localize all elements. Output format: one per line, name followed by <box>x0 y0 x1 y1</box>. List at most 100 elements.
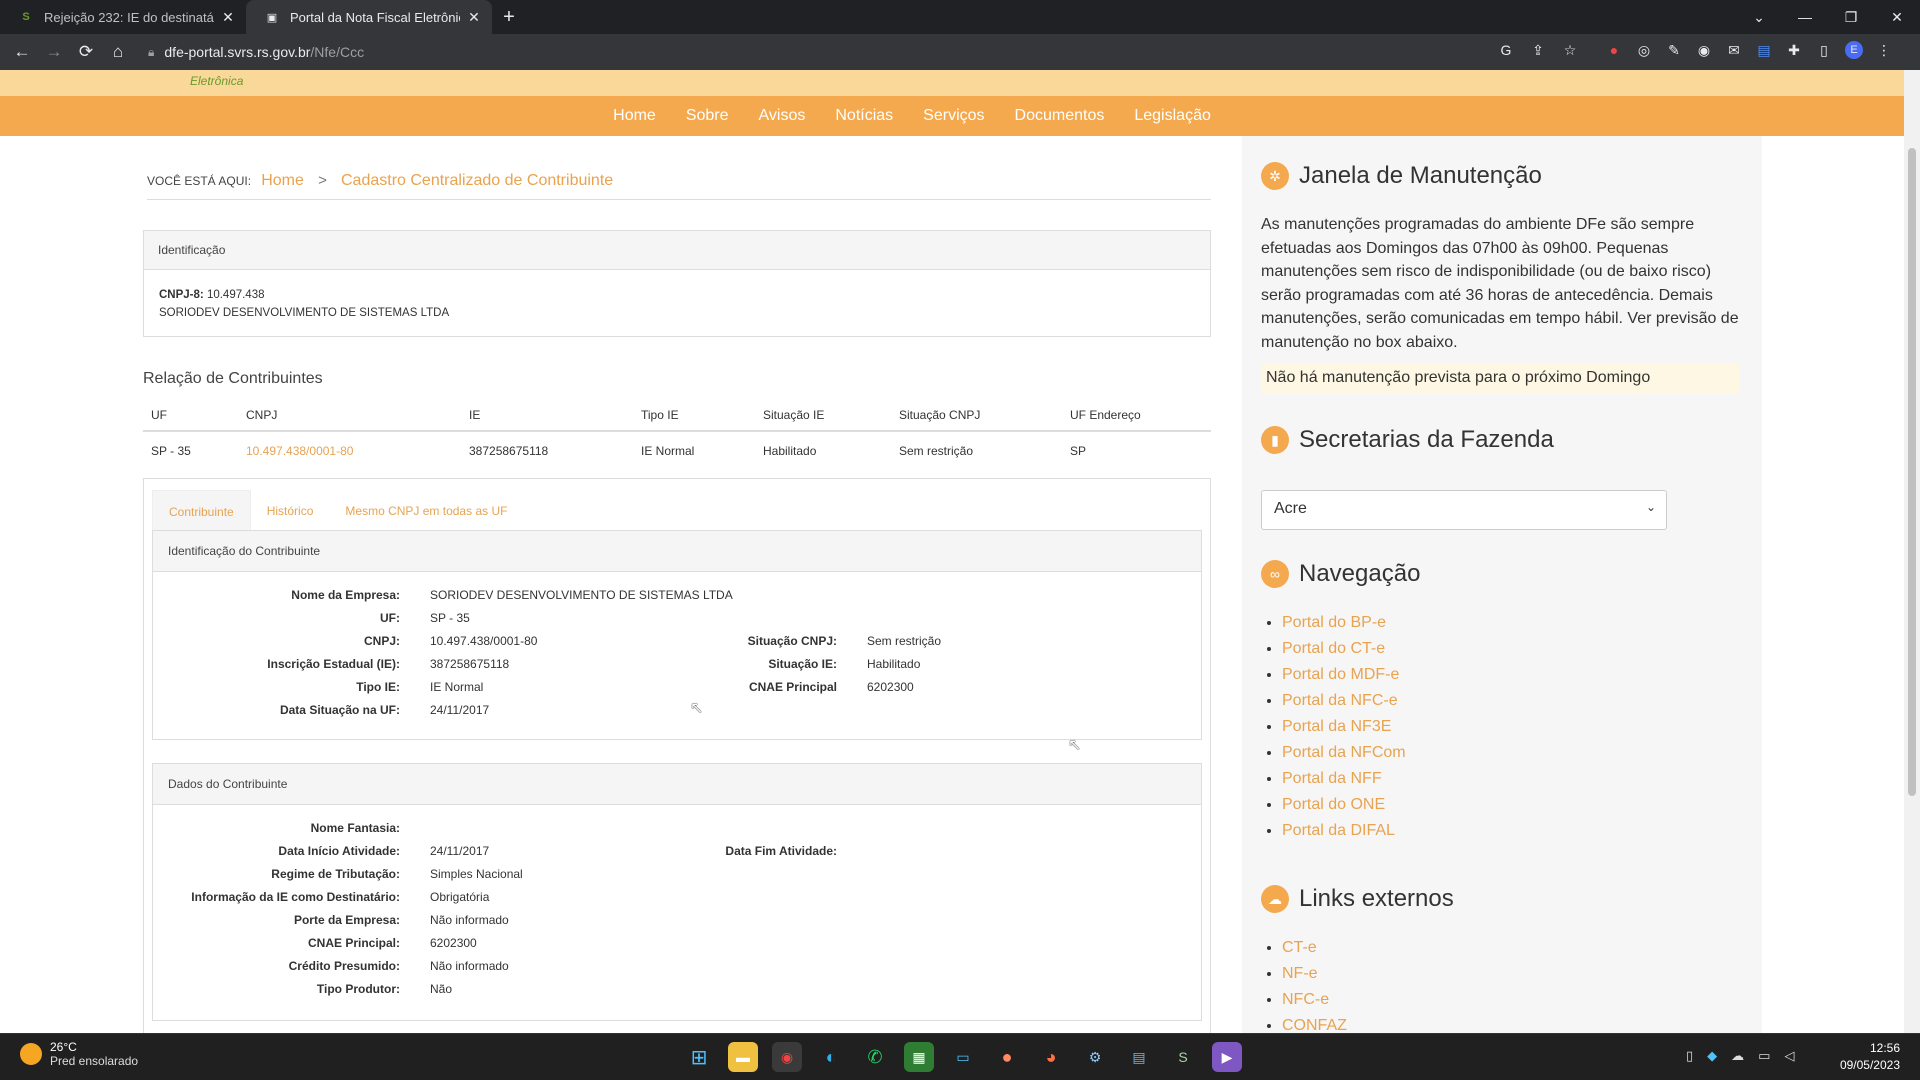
profile-avatar[interactable]: E <box>1845 41 1863 59</box>
cell-situacao-cnpj: Sem restrição <box>899 444 974 458</box>
site-logo-fragment[interactable]: Eletrônica <box>190 74 243 88</box>
site-header-band: Eletrônica <box>0 70 1904 96</box>
secretarias-select[interactable]: Acre ⌄ <box>1261 490 1667 530</box>
bookmark-star-icon[interactable]: ☆ <box>1561 41 1579 59</box>
address-bar[interactable]: 🔒︎ dfe-portal.svrs.rs.gov.br/Nfe/Ccc <box>138 37 1598 67</box>
nav-link-mdfe[interactable]: Portal do MDF-e <box>1282 666 1399 683</box>
restore-icon[interactable]: ❐ <box>1828 0 1874 34</box>
battery-icon[interactable]: ▯ <box>1686 1048 1693 1064</box>
close-tab-icon[interactable]: ✕ <box>466 9 482 25</box>
extension-red-icon[interactable]: ● <box>1605 41 1623 59</box>
menu-legislacao[interactable]: Legislação <box>1134 96 1211 136</box>
nav-link-nf3e[interactable]: Portal da NF3E <box>1282 718 1391 735</box>
field-label: Porte da Empresa: <box>293 913 400 927</box>
scrollbar-thumb[interactable] <box>1908 148 1916 796</box>
field-label: Crédito Presumido: <box>288 959 400 973</box>
google-icon[interactable]: G <box>1497 41 1515 59</box>
menu-noticias[interactable]: Notícias <box>835 96 893 136</box>
close-tab-icon[interactable]: ✕ <box>220 9 236 25</box>
tab-historico[interactable]: Histórico <box>251 490 330 533</box>
weather-desc: Pred ensolarado <box>50 1054 139 1068</box>
clock[interactable]: 12:56 09/05/2023 <box>1840 1040 1900 1074</box>
field-label: Situação IE: <box>768 657 837 671</box>
extension-pen-icon[interactable]: ✎ <box>1665 41 1683 59</box>
nav-link-difal[interactable]: Portal da DIFAL <box>1282 822 1395 839</box>
video-app-icon[interactable]: ▶ <box>1212 1042 1242 1072</box>
monitor-icon[interactable]: ▭ <box>1758 1048 1770 1064</box>
breadcrumb-home-link[interactable]: Home <box>261 172 304 189</box>
breadcrumb-current[interactable]: Cadastro Centralizado de Contribuinte <box>341 172 613 189</box>
cell-cnpj-link[interactable]: 10.497.438/0001-80 <box>238 431 461 470</box>
extensions-bar: ● ◎ ✎ ◉ ✉ ▤ ✚ ▯ E ⋮ <box>1605 41 1893 59</box>
edge-icon[interactable]: ◐ <box>816 1042 846 1072</box>
extension-circle-icon[interactable]: ◎ <box>1635 41 1653 59</box>
col-tipo-ie: Tipo IE <box>633 400 755 432</box>
back-arrow-icon[interactable]: ← <box>6 38 38 66</box>
whatsapp-icon[interactable]: ✆ <box>860 1042 890 1072</box>
volume-icon[interactable]: ◁ <box>1784 1048 1794 1064</box>
browser-menu-icon[interactable]: ⋮ <box>1875 41 1893 59</box>
extension-mail-icon[interactable]: ✉ <box>1725 41 1743 59</box>
cloud-icon: ☁ <box>1261 885 1289 913</box>
windows-start-icon[interactable]: ⊞ <box>684 1042 714 1072</box>
settings-gear-icon[interactable]: ⚙ <box>1080 1042 1110 1072</box>
nav-link-bpe[interactable]: Portal do BP-e <box>1282 614 1386 631</box>
chat-icon[interactable]: ▭ <box>948 1042 978 1072</box>
field-value: 24/11/2017 <box>430 844 490 858</box>
extensions-puzzle-icon[interactable]: ✚ <box>1785 41 1803 59</box>
extension-dot-icon[interactable]: ◉ <box>1695 41 1713 59</box>
nav-link-nff[interactable]: Portal da NFF <box>1282 770 1382 787</box>
defender-icon[interactable]: ◆ <box>1707 1048 1717 1064</box>
cell-uf-endereco: SP <box>1070 444 1087 458</box>
home-icon[interactable]: ⌂ <box>102 38 134 66</box>
app-s-icon[interactable]: S <box>1168 1042 1198 1072</box>
tab-mesmo-cnpj[interactable]: Mesmo CNPJ em todas as UF <box>329 490 523 533</box>
field-label: CNPJ: <box>363 634 400 648</box>
nav-link-one[interactable]: Portal do ONE <box>1282 796 1385 813</box>
side-panel-icon[interactable]: ▯ <box>1815 41 1833 59</box>
browser-tab-rejeicao[interactable]: S Rejeição 232: IE do destinatário n ✕ <box>0 0 246 34</box>
field-value: SORIODEV DESENVOLVIMENTO DE SISTEMAS LTD… <box>430 588 733 602</box>
notepad-icon[interactable]: ▤ <box>1124 1042 1154 1072</box>
new-tab-plus-icon[interactable]: + <box>492 0 526 34</box>
close-window-icon[interactable]: ✕ <box>1874 0 1920 34</box>
ext-link-nfce[interactable]: NFC-e <box>1282 991 1329 1008</box>
menu-sobre[interactable]: Sobre <box>686 96 729 136</box>
table-row[interactable]: SP - 35 10.497.438/0001-80 387258675118 … <box>143 431 1211 470</box>
share-icon[interactable]: ⇪ <box>1529 41 1547 59</box>
tab-search-chevron-icon[interactable]: ⌄ <box>1736 0 1782 34</box>
reload-icon[interactable]: ⟳ <box>70 38 102 66</box>
menu-servicos[interactable]: Serviços <box>923 96 984 136</box>
list-item: Portal da NFCom <box>1282 740 1406 766</box>
tab-contribuinte[interactable]: Contribuinte <box>152 490 251 533</box>
ext-link-confaz[interactable]: CONFAZ <box>1282 1017 1347 1033</box>
ext-link-cte[interactable]: CT-e <box>1282 939 1317 956</box>
nav-link-nfce[interactable]: Portal da NFC-e <box>1282 692 1398 709</box>
field-value: SP - 35 <box>430 611 470 625</box>
list-item: Portal da NFF <box>1282 766 1406 792</box>
browser-tab-portal[interactable]: ▣ Portal da Nota Fiscal Eletrônica - ✕ <box>246 0 492 34</box>
menu-home[interactable]: Home <box>613 96 656 136</box>
mouse-cursor-icon: ↖ <box>1068 737 1082 754</box>
field-value: Não informado <box>430 959 509 973</box>
chrome-icon[interactable]: ◉ <box>772 1042 802 1072</box>
menu-documentos[interactable]: Documentos <box>1015 96 1105 136</box>
nav-link-cte[interactable]: Portal do CT-e <box>1282 640 1385 657</box>
col-cnpj: CNPJ <box>238 400 461 432</box>
forward-arrow-icon[interactable]: → <box>38 38 70 66</box>
field-value: Não informado <box>430 913 509 927</box>
nav-link-nfcom[interactable]: Portal da NFCom <box>1282 744 1406 761</box>
menu-avisos[interactable]: Avisos <box>759 96 806 136</box>
page-scrollbar[interactable] <box>1904 70 1920 1033</box>
navegacao-heading: ∞ Navegação <box>1261 560 1420 588</box>
ext-link-nfe[interactable]: NF-e <box>1282 965 1318 982</box>
network-sync-icon[interactable]: ☁ <box>1731 1048 1744 1064</box>
minimize-icon[interactable]: — <box>1782 0 1828 34</box>
app-orange-icon[interactable]: ● <box>992 1042 1022 1072</box>
file-explorer-icon[interactable]: ▬ <box>728 1042 758 1072</box>
list-item: CONFAZ <box>1282 1013 1347 1033</box>
weather-widget[interactable]: 26°C Pred ensolarado <box>20 1040 138 1068</box>
spreadsheet-icon[interactable]: ▦ <box>904 1042 934 1072</box>
firefox-icon[interactable]: ◕ <box>1036 1042 1066 1072</box>
extension-translate-icon[interactable]: ▤ <box>1755 41 1773 59</box>
